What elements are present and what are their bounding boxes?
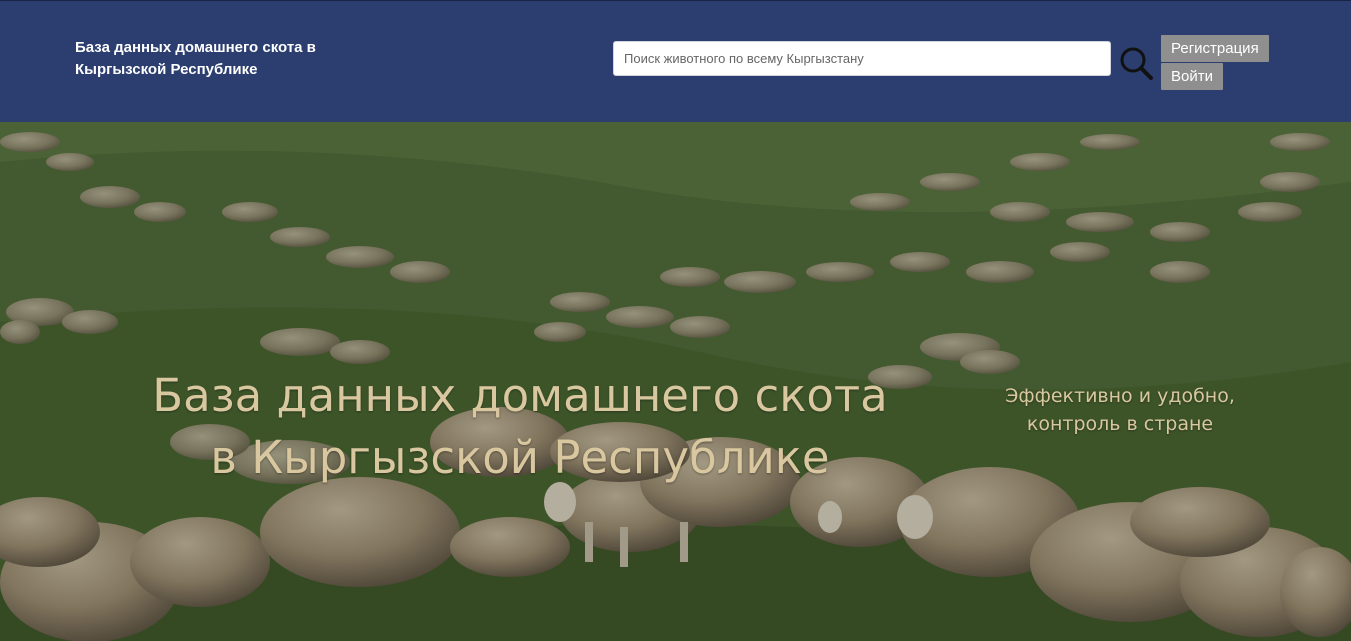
search-button[interactable] — [1118, 45, 1154, 81]
login-button[interactable]: Войти — [1161, 63, 1223, 90]
register-button[interactable]: Регистрация — [1161, 35, 1269, 62]
header: База данных домашнего скота в Кыргызской… — [0, 0, 1351, 122]
site-title[interactable]: База данных домашнего скота в Кыргызской… — [75, 37, 355, 81]
hero-subtitle: Эффективно и удобно, контроль в стране — [1005, 385, 1235, 435]
page: База данных домашнего скота в Кыргызской… — [0, 0, 1351, 641]
hero-section: База данных домашнего скота в Кыргызской… — [0, 122, 1351, 641]
search-icon — [1120, 47, 1153, 80]
hero-title: База данных домашнего скота в Кыргызской… — [152, 369, 888, 484]
search-input[interactable] — [613, 41, 1111, 76]
